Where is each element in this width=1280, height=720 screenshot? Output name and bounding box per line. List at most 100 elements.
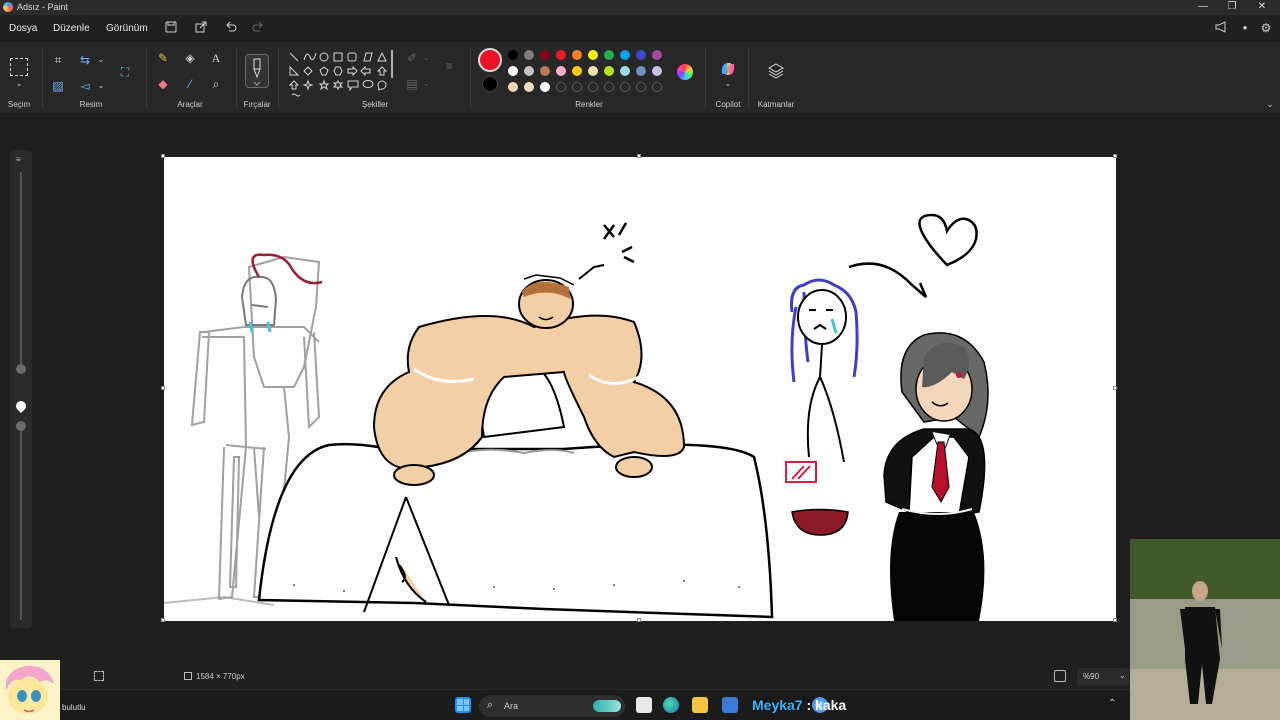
weather-text: bulutlu bbox=[62, 703, 86, 712]
palette-color-swatch[interactable] bbox=[508, 50, 518, 60]
canvas-resize-handle[interactable] bbox=[637, 154, 641, 158]
fit-to-window-icon[interactable] bbox=[1054, 670, 1066, 682]
eraser-icon[interactable]: ◆ bbox=[155, 76, 171, 92]
size-slider-thumb[interactable] bbox=[16, 364, 26, 374]
ribbon-collapse-chevron-icon[interactable]: ⌄ bbox=[1262, 96, 1278, 112]
menu-view[interactable]: Görünüm bbox=[106, 23, 148, 34]
edit-colors-icon[interactable] bbox=[677, 64, 693, 80]
color-picker-icon[interactable]: ⁄ bbox=[182, 76, 198, 92]
settings-gear-icon[interactable]: ⚙ bbox=[1259, 21, 1273, 35]
opacity-drop-icon bbox=[13, 398, 29, 414]
chat-message-text: kaka bbox=[815, 697, 847, 713]
callout-cloud-icon bbox=[377, 80, 387, 91]
menu-edit[interactable]: Düzenle bbox=[53, 23, 90, 34]
layers-icon[interactable] bbox=[767, 62, 785, 80]
size-slider-track[interactable] bbox=[20, 172, 22, 372]
palette-color-swatch[interactable] bbox=[524, 50, 534, 60]
right-arrow-shape-icon bbox=[347, 65, 358, 77]
save-icon[interactable] bbox=[164, 21, 178, 35]
palette-color-swatch[interactable] bbox=[524, 82, 534, 92]
shapes-gallery[interactable] bbox=[286, 48, 394, 98]
canvas-resize-handle[interactable] bbox=[1113, 618, 1117, 622]
palette-color-swatch[interactable] bbox=[588, 66, 598, 76]
drawing-canvas[interactable] bbox=[163, 157, 1116, 621]
secondary-color-swatch[interactable] bbox=[482, 76, 498, 92]
palette-color-swatch[interactable] bbox=[604, 66, 614, 76]
palette-color-swatch[interactable] bbox=[652, 50, 662, 60]
minimize-button[interactable]: — bbox=[1196, 1, 1210, 13]
palette-color-swatch[interactable] bbox=[556, 66, 566, 76]
canvas-resize-handle[interactable] bbox=[161, 154, 165, 158]
palette-color-swatch[interactable] bbox=[540, 66, 550, 76]
tray-expand-chevron-icon[interactable]: ⌃ bbox=[1108, 698, 1116, 709]
palette-color-swatch[interactable] bbox=[636, 50, 646, 60]
canvas-resize-handle[interactable] bbox=[161, 618, 165, 622]
rotate-icon[interactable]: ◅ bbox=[77, 78, 93, 94]
palette-custom-slot[interactable] bbox=[636, 82, 646, 92]
heart-doodle bbox=[918, 213, 978, 267]
palette-custom-slot[interactable] bbox=[604, 82, 614, 92]
opacity-slider-thumb[interactable] bbox=[16, 421, 26, 431]
menu-file[interactable]: Dosya bbox=[9, 23, 37, 34]
palette-color-swatch[interactable] bbox=[508, 82, 518, 92]
palette-color-swatch[interactable] bbox=[508, 66, 518, 76]
palette-color-swatch[interactable] bbox=[652, 66, 662, 76]
task-view-icon[interactable] bbox=[636, 697, 652, 713]
primary-color-swatch[interactable] bbox=[478, 48, 502, 72]
selection-tool-icon[interactable] bbox=[10, 58, 28, 76]
taskbar-search-box[interactable]: ⌕ Ara bbox=[479, 695, 625, 717]
edge-browser-icon[interactable] bbox=[663, 697, 679, 713]
opacity-slider-track[interactable] bbox=[20, 422, 22, 620]
palette-color-swatch[interactable] bbox=[540, 82, 550, 92]
announcement-icon[interactable] bbox=[1214, 21, 1228, 35]
group-label-selection: Seçim bbox=[7, 100, 31, 109]
rotate-chevron-icon[interactable]: ⌄ bbox=[93, 78, 109, 94]
pencil-icon[interactable]: ✎ bbox=[155, 50, 171, 66]
left-arrow-shape-icon bbox=[360, 65, 371, 77]
canvas-resize-handle[interactable] bbox=[1113, 154, 1117, 158]
selection-size-icon bbox=[94, 671, 104, 681]
palette-color-swatch[interactable] bbox=[604, 50, 614, 60]
close-button[interactable]: ✕ bbox=[1255, 1, 1269, 13]
palette-custom-slot[interactable] bbox=[572, 82, 582, 92]
image-generator-icon[interactable]: ⛶ bbox=[117, 64, 133, 80]
status-bar: 1584 × 770px %90 ⌄ bbox=[0, 665, 1280, 689]
selection-chevron-icon[interactable]: ⌄ bbox=[11, 76, 27, 92]
palette-custom-slot[interactable] bbox=[652, 82, 662, 92]
zoom-select[interactable]: %90 ⌄ bbox=[1077, 668, 1129, 686]
resize-icon[interactable]: ⇆ bbox=[77, 52, 93, 68]
palette-color-swatch[interactable] bbox=[620, 50, 630, 60]
palette-color-swatch[interactable] bbox=[636, 66, 646, 76]
brush-size-icon: ≡ bbox=[16, 155, 21, 164]
copilot-chevron-icon[interactable]: ⌄ bbox=[720, 76, 736, 92]
canvas-resize-handle[interactable] bbox=[637, 618, 641, 622]
photos-app-icon[interactable] bbox=[722, 697, 738, 713]
magnifier-icon[interactable]: ⌕ bbox=[208, 76, 224, 92]
fill-bucket-icon[interactable]: ◈ bbox=[182, 50, 198, 66]
canvas-resize-handle[interactable] bbox=[1113, 386, 1117, 390]
text-tool-icon[interactable]: A bbox=[208, 50, 224, 66]
background-removal-icon[interactable]: ▨ bbox=[50, 78, 66, 94]
palette-custom-slot[interactable] bbox=[588, 82, 598, 92]
account-icon[interactable]: ● bbox=[1238, 21, 1252, 35]
palette-color-swatch[interactable] bbox=[524, 66, 534, 76]
palette-color-swatch[interactable] bbox=[588, 50, 598, 60]
callout-rect-icon bbox=[347, 80, 359, 92]
crop-icon[interactable]: ⌗ bbox=[50, 52, 66, 68]
start-windows-icon[interactable] bbox=[455, 697, 471, 713]
palette-custom-slot[interactable] bbox=[620, 82, 630, 92]
file-explorer-icon[interactable] bbox=[692, 697, 708, 713]
undo-icon[interactable] bbox=[224, 21, 238, 35]
canvas-resize-handle[interactable] bbox=[161, 386, 165, 390]
restore-button[interactable]: ❐ bbox=[1225, 1, 1239, 13]
resize-chevron-icon[interactable]: ⌄ bbox=[93, 52, 109, 68]
brush-selector[interactable] bbox=[245, 54, 269, 88]
palette-color-swatch[interactable] bbox=[572, 66, 582, 76]
palette-color-swatch[interactable] bbox=[620, 66, 630, 76]
palette-color-swatch[interactable] bbox=[540, 50, 550, 60]
redo-icon[interactable] bbox=[251, 21, 265, 35]
palette-custom-slot[interactable] bbox=[556, 82, 566, 92]
palette-color-swatch[interactable] bbox=[572, 50, 582, 60]
palette-color-swatch[interactable] bbox=[556, 50, 566, 60]
share-icon[interactable] bbox=[194, 21, 208, 35]
